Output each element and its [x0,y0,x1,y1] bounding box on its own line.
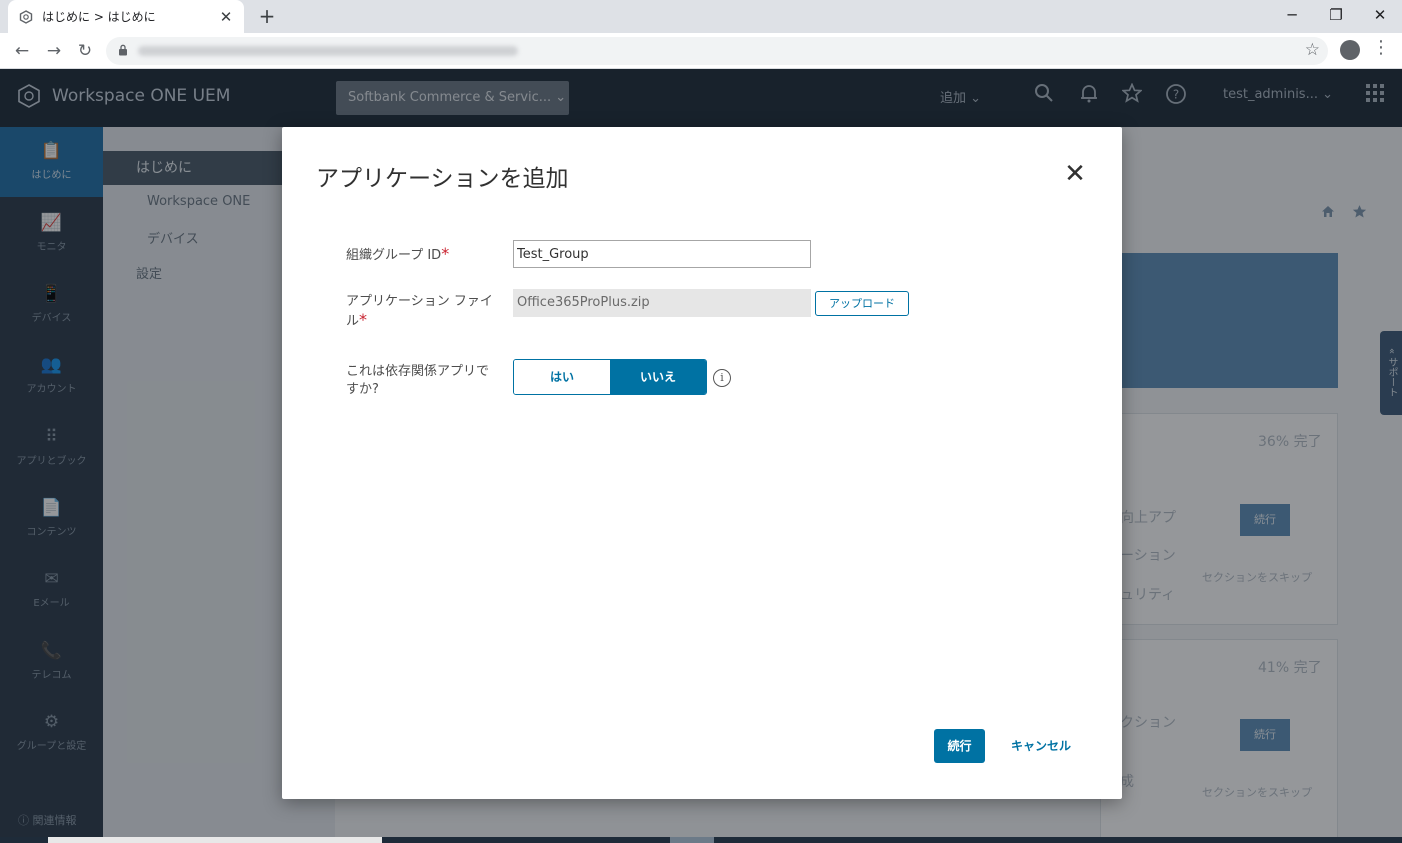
profile-avatar-icon[interactable] [1340,40,1360,60]
new-tab-button[interactable]: + [255,4,279,28]
bookmark-star-icon[interactable]: ☆ [1305,40,1320,60]
window-close-button[interactable]: ✕ [1358,0,1402,30]
tab-title: はじめに > はじめに [42,10,156,24]
minimize-button[interactable]: ─ [1270,0,1314,30]
org-group-id-label: 組織グループ ID* [346,244,450,264]
application-file-label: アプリケーション ファイル* [346,294,493,329]
browser-tab[interactable]: はじめに > はじめに ✕ [8,0,244,33]
cancel-button[interactable]: キャンセル [1002,729,1080,763]
dependency-yes-option[interactable]: はい [514,360,610,394]
info-icon[interactable]: i [713,369,731,387]
tab-close-icon[interactable]: ✕ [218,8,234,26]
org-group-id-input[interactable] [513,240,811,268]
application-file-field[interactable]: Office365ProPlus.zip [513,289,811,317]
continue-button[interactable]: 続行 [934,729,985,763]
dependency-no-option[interactable]: いいえ [610,360,706,394]
back-button[interactable]: ← [9,38,35,64]
restore-button[interactable]: ❐ [1314,0,1358,30]
blurred-url [138,46,518,56]
browser-tabstrip: はじめに > はじめに ✕ + ─ ❐ ✕ [0,0,1402,33]
dialog-title: アプリケーションを追加 [316,166,569,192]
lock-icon [118,44,128,59]
add-application-dialog: アプリケーションを追加 ✕ 組織グループ ID* アプリケーション ファイル* … [282,127,1122,799]
taskbar-segment [670,837,714,843]
taskbar-strip [0,837,1402,843]
required-mark: * [359,310,368,329]
browser-toolbar: ← → ↻ ☆ ⋮ [0,33,1402,69]
reload-button[interactable]: ↻ [72,38,98,64]
forward-button[interactable]: → [41,38,67,64]
dependency-app-toggle: はい いいえ [513,359,707,395]
workspace-one-favicon-icon [18,9,34,25]
browser-menu-icon[interactable]: ⋮ [1372,37,1390,58]
upload-button[interactable]: アップロード [815,291,909,316]
dependency-app-label: これは依存関係アプリですか? [346,364,490,397]
dialog-close-icon[interactable]: ✕ [1062,161,1088,187]
address-bar[interactable]: ☆ [106,37,1328,65]
required-mark: * [441,244,450,263]
taskbar-segment [48,837,382,843]
